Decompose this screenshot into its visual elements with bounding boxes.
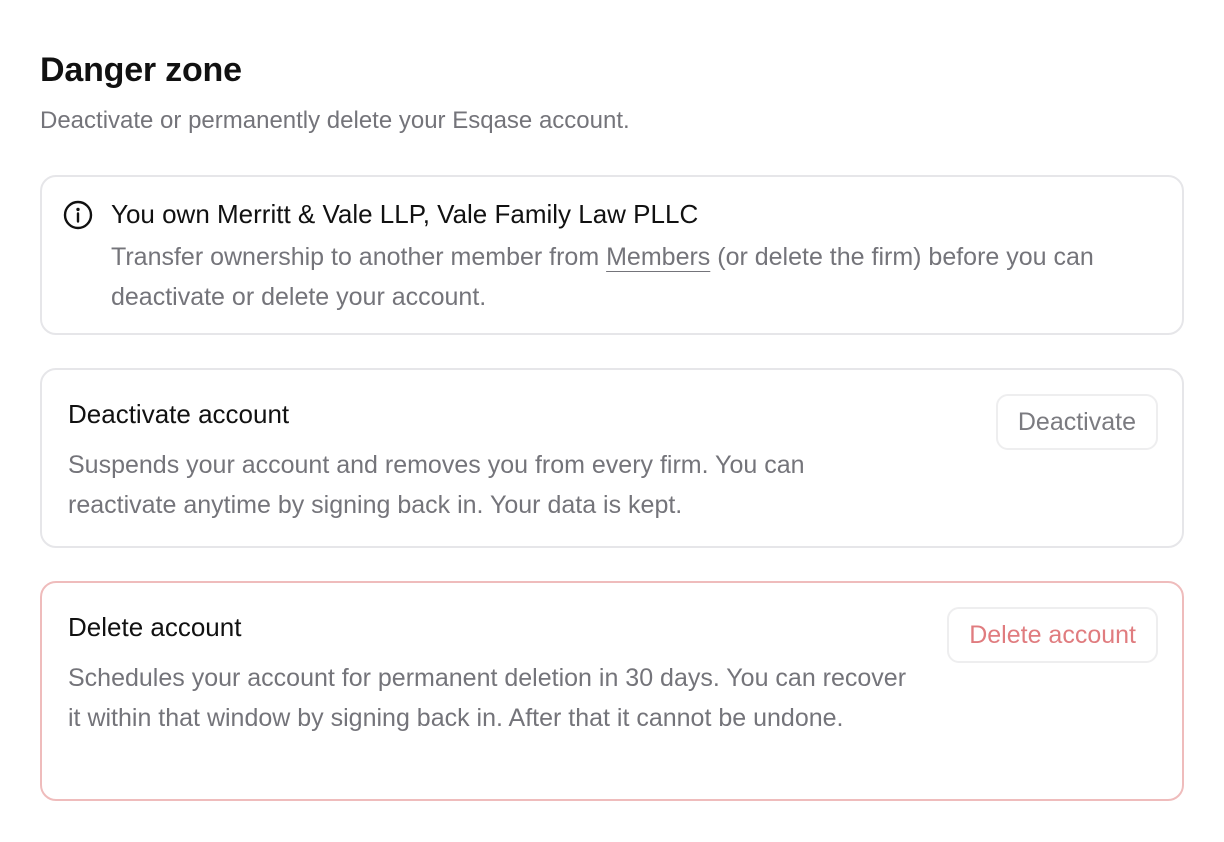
ownership-notice: You own Merritt & Vale LLP, Vale Family … (40, 175, 1184, 335)
delete-account-card: Delete account Schedules your account fo… (40, 581, 1184, 801)
delete-description: Schedules your account for permanent del… (68, 664, 907, 732)
deactivate-title: Deactivate account (68, 399, 290, 429)
deactivate-account-card: Deactivate account Suspends your account… (40, 368, 1184, 548)
deactivate-description: Suspends your account and removes you fr… (68, 451, 805, 519)
notice-title: You own Merritt & Vale LLP, Vale Family … (111, 199, 699, 229)
delete-account-button[interactable]: Delete account (947, 607, 1158, 663)
page-title: Danger zone (40, 51, 242, 89)
page-subtitle: Deactivate or permanently delete your Es… (40, 107, 630, 134)
notice-text: Transfer ownership to another member fro… (111, 237, 1151, 317)
members-link[interactable]: Members (606, 243, 710, 271)
deactivate-button[interactable]: Deactivate (995, 394, 1158, 450)
notice-text-before: Transfer ownership to another member fro… (111, 243, 607, 271)
danger-zone-page: Danger zone Deactivate or permanently de… (0, 0, 1224, 842)
info-icon (62, 199, 94, 231)
notice-body: You own Merritt & Vale LLP, Vale Family … (111, 197, 1151, 317)
